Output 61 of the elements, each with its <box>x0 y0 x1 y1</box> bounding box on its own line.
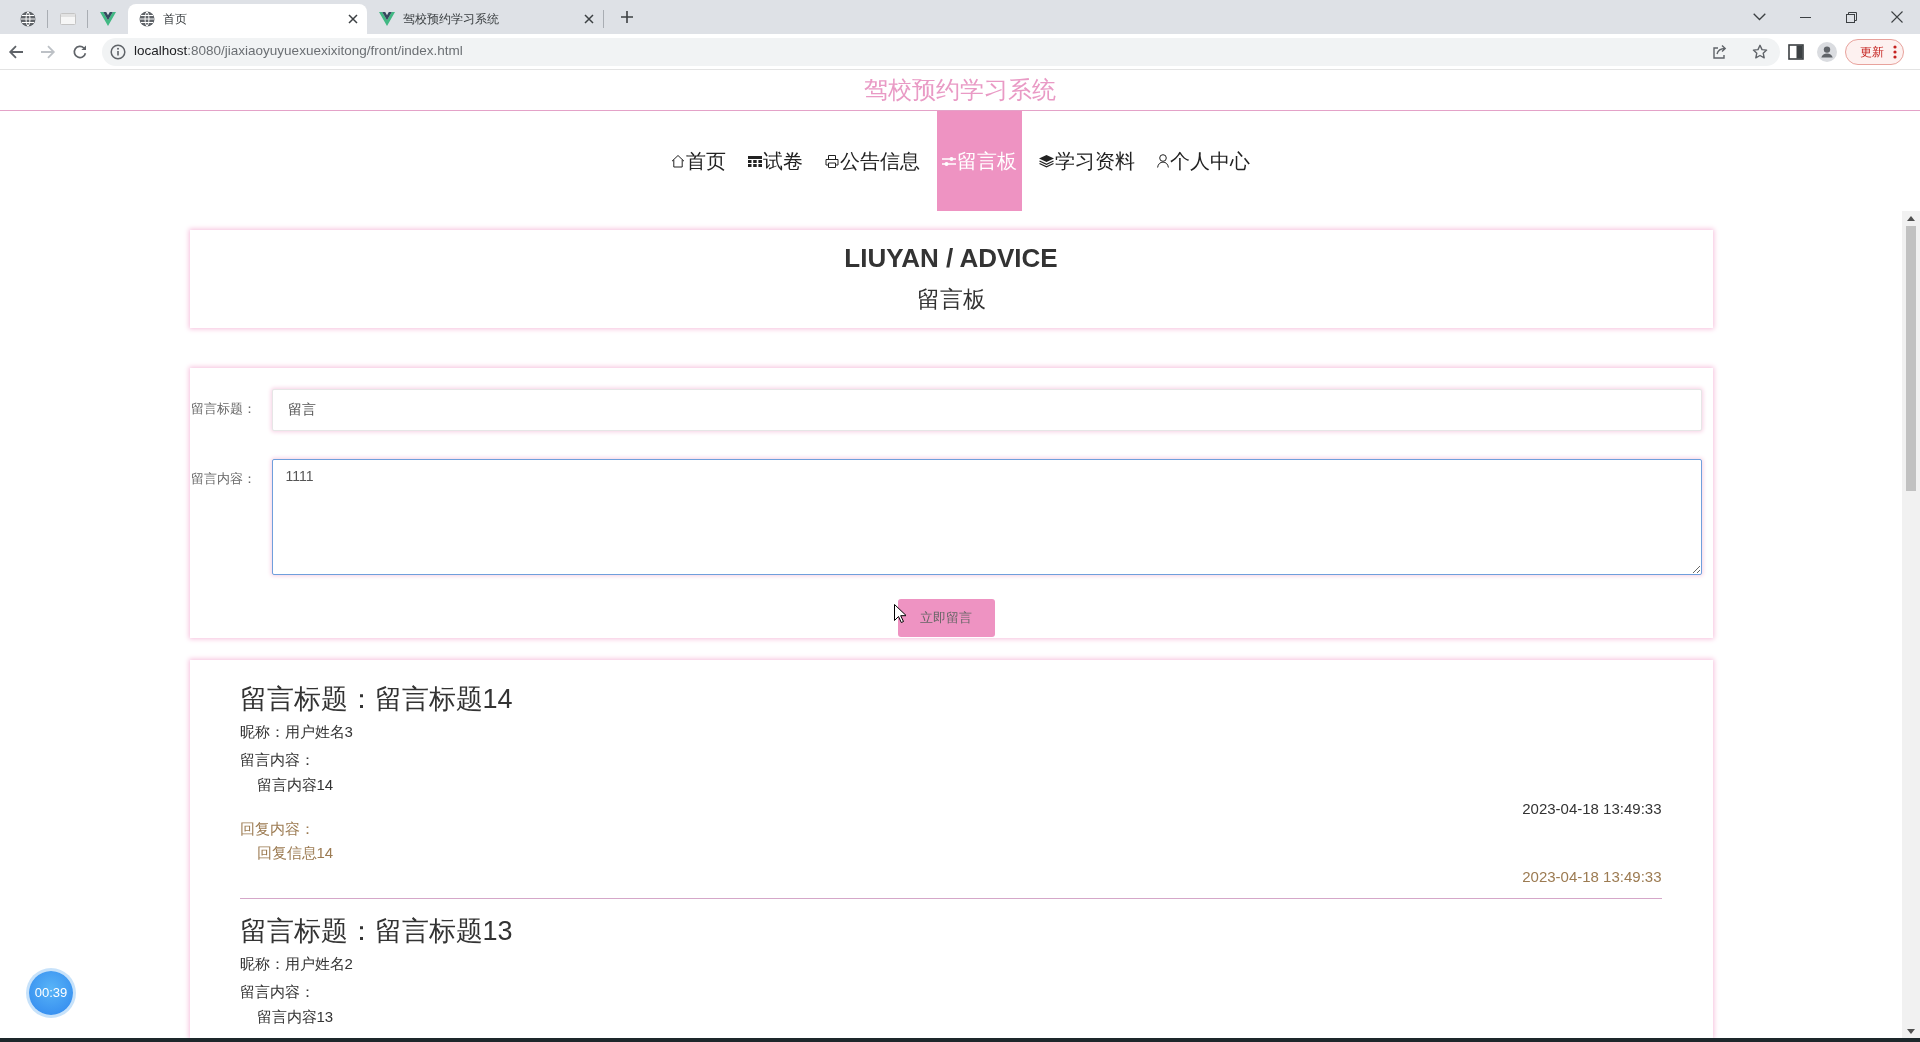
grid-icon <box>747 155 762 167</box>
nickname-text: 昵称：用户姓名2 <box>239 954 354 974</box>
sliders-icon <box>941 155 956 167</box>
close-icon[interactable] <box>348 14 358 24</box>
back-arrow-icon[interactable] <box>8 43 24 60</box>
scrollbar[interactable] <box>1902 211 1920 1038</box>
banner-title: LIUYAN / ADVICE <box>844 242 1058 274</box>
update-button[interactable]: 更新 <box>1845 38 1904 65</box>
share-icon[interactable] <box>1712 43 1728 60</box>
reply-time: 2023-04-18 13:49:33 <box>1522 868 1662 885</box>
address-bar[interactable]: localhost:8080/jiaxiaoyuyuexuexixitong/front/index.html <box>102 37 1780 66</box>
v-logo-icon <box>99 12 116 26</box>
blank-page-icon <box>59 13 76 25</box>
globe-icon <box>19 11 36 27</box>
more-menu-icon[interactable] <box>1893 44 1897 59</box>
close-icon[interactable] <box>584 14 594 24</box>
reload-icon[interactable] <box>72 43 88 60</box>
close-icon[interactable] <box>1891 11 1903 23</box>
house-icon <box>670 154 685 168</box>
banner-subtitle: 留言板 <box>916 285 986 314</box>
scrollbar-thumb[interactable] <box>1906 226 1916 491</box>
nav-link[interactable]: 学习资料 <box>1033 111 1140 211</box>
printer-icon <box>824 154 839 168</box>
side-panel-icon[interactable] <box>1788 43 1804 60</box>
restore-icon[interactable] <box>1845 11 1857 23</box>
content-label: 留言内容： <box>239 982 316 1002</box>
nav-link[interactable]: 试卷 <box>742 111 808 211</box>
message-content: 留言内容13 <box>255 1007 335 1027</box>
minimize-icon[interactable] <box>1799 16 1811 18</box>
browser-tab[interactable]: 首页 <box>128 4 367 34</box>
nickname-text: 昵称：用户姓名3 <box>239 722 354 742</box>
scroll-down-arrow-icon[interactable] <box>1907 1029 1915 1034</box>
reply-content: 回复信息14 <box>255 843 335 863</box>
reply-label: 回复内容： <box>239 819 316 839</box>
nav-link[interactable]: 公告信息 <box>819 111 925 211</box>
chevron-down-icon[interactable] <box>1752 13 1766 21</box>
profile-icon[interactable] <box>1817 41 1837 62</box>
person-icon <box>1156 154 1169 168</box>
nav-link[interactable]: 个人中心 <box>1151 111 1255 211</box>
message-title: 留言标题：留言标题13 <box>239 915 514 948</box>
message-content: 留言内容14 <box>255 775 335 795</box>
message-title-field[interactable]: 留言 <box>271 389 1702 431</box>
star-icon[interactable] <box>1752 43 1768 60</box>
message-time: 2023-04-18 13:49:33 <box>1522 800 1662 817</box>
site-title: 驾校预约学习系统 <box>864 75 1056 105</box>
info-icon[interactable] <box>110 43 126 60</box>
cursor-icon <box>894 604 906 623</box>
layers-icon <box>1038 154 1054 168</box>
url-text: localhost:8080/jiaxiaoyuyuexuexixitong/front/index.html <box>134 42 464 61</box>
scroll-up-arrow-icon[interactable] <box>1907 216 1915 221</box>
recording-timer: 00:39 <box>29 971 73 1015</box>
message-content-field[interactable]: 1111 <box>271 459 1702 575</box>
message-title: 留言标题：留言标题14 <box>239 683 514 716</box>
content-label: 留言内容： <box>239 750 316 770</box>
field-label: 留言标题： <box>190 400 257 418</box>
v-logo-icon <box>379 12 395 26</box>
plus-icon[interactable] <box>620 10 634 24</box>
globe-icon <box>139 11 155 27</box>
field-label: 留言内容： <box>190 470 257 488</box>
browser-tab[interactable]: 驾校预约学习系统 <box>368 4 603 34</box>
nav-link[interactable]: 首页 <box>665 111 731 211</box>
